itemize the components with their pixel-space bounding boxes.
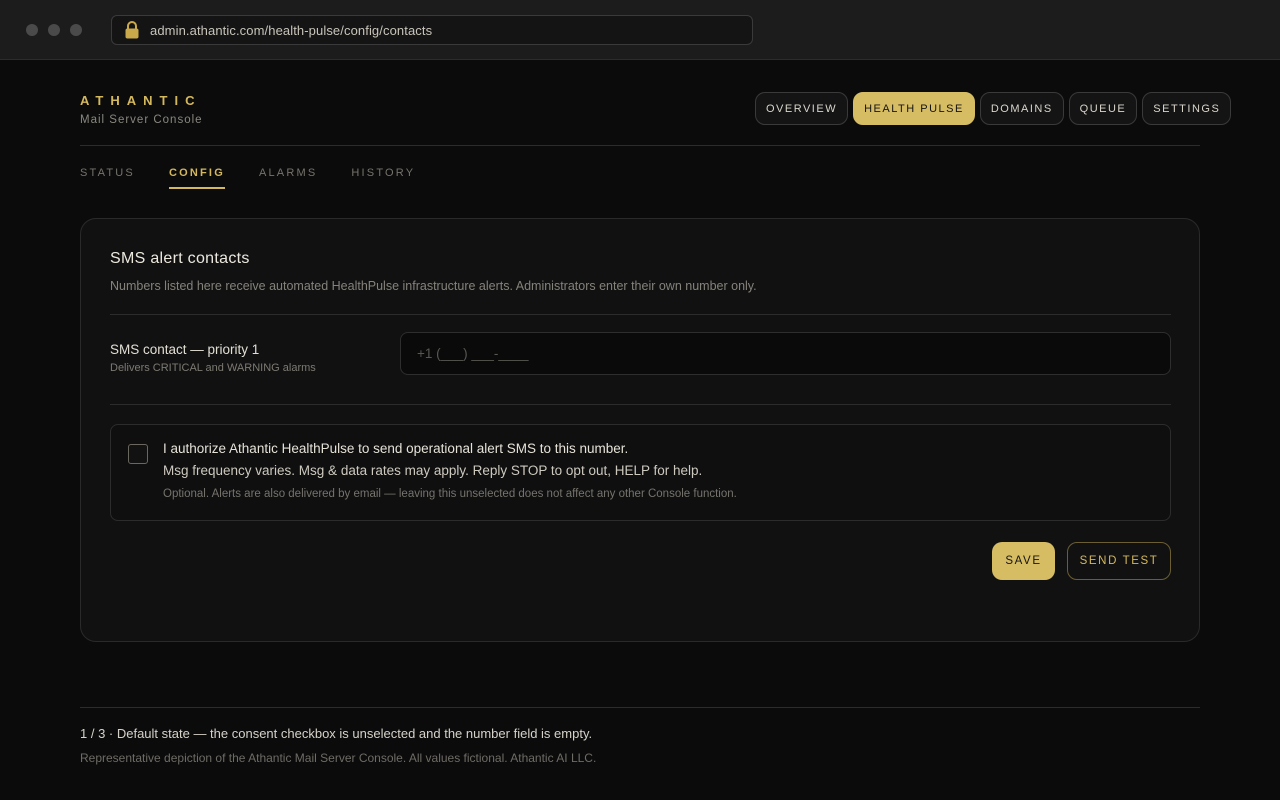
consent-note: Optional. Alerts are also delivered by e…	[163, 488, 737, 500]
tab-alarms[interactable]: ALARMS	[259, 167, 317, 189]
url-text: admin.athantic.com/health-pulse/config/c…	[150, 22, 433, 38]
tab-history[interactable]: HISTORY	[351, 167, 415, 189]
nav-queue[interactable]: QUEUE	[1068, 92, 1138, 125]
send-test-button[interactable]: SEND TEST	[1067, 542, 1171, 580]
brand-logo: ATHANTIC	[80, 93, 202, 108]
nav-settings[interactable]: SETTINGS	[1142, 92, 1232, 125]
tab-config[interactable]: CONFIG	[168, 167, 225, 189]
header-divider	[80, 145, 1200, 146]
phone-number-input[interactable]	[400, 332, 1171, 375]
top-navigation: OVERVIEW HEALTH PULSE DOMAINS QUEUE SETT…	[755, 92, 1232, 125]
card-title: SMS alert contacts	[110, 250, 250, 267]
nav-health-pulse[interactable]: HEALTH PULSE	[853, 92, 975, 125]
window-close-dot[interactable]	[26, 24, 38, 36]
divider	[110, 404, 1171, 405]
consent-statement: I authorize Athantic HealthPulse to send…	[163, 441, 629, 456]
brand-subtitle: Mail Server Console	[80, 114, 203, 126]
sms-contact-help: Delivers CRITICAL and WARNING alarms	[110, 362, 316, 374]
address-bar[interactable]: admin.athantic.com/health-pulse/config/c…	[111, 15, 753, 45]
footer-divider	[80, 707, 1200, 708]
sub-tabs: STATUS CONFIG ALARMS HISTORY	[80, 167, 415, 189]
divider	[110, 314, 1171, 315]
footer-disclaimer: Representative depiction of the Athantic…	[80, 751, 597, 765]
footer-state-caption: 1 / 3 · Default state — the consent chec…	[80, 726, 593, 741]
sms-contacts-card: SMS alert contacts Numbers listed here r…	[80, 218, 1200, 642]
nav-domains[interactable]: DOMAINS	[979, 92, 1064, 125]
window-maximize-dot[interactable]	[70, 24, 82, 36]
consent-checkbox[interactable]	[128, 444, 148, 464]
nav-overview[interactable]: OVERVIEW	[755, 92, 849, 125]
tab-status[interactable]: STATUS	[80, 167, 135, 189]
sms-contact-label: SMS contact — priority 1	[110, 342, 260, 357]
lock-icon	[124, 20, 140, 40]
window-minimize-dot[interactable]	[48, 24, 60, 36]
browser-chrome: admin.athantic.com/health-pulse/config/c…	[0, 0, 1280, 60]
consent-panel: I authorize Athantic HealthPulse to send…	[110, 424, 1171, 521]
consent-terms: Msg frequency varies. Msg & data rates m…	[163, 463, 703, 478]
save-button[interactable]: SAVE	[992, 542, 1055, 580]
card-description: Numbers listed here receive automated He…	[110, 279, 757, 293]
